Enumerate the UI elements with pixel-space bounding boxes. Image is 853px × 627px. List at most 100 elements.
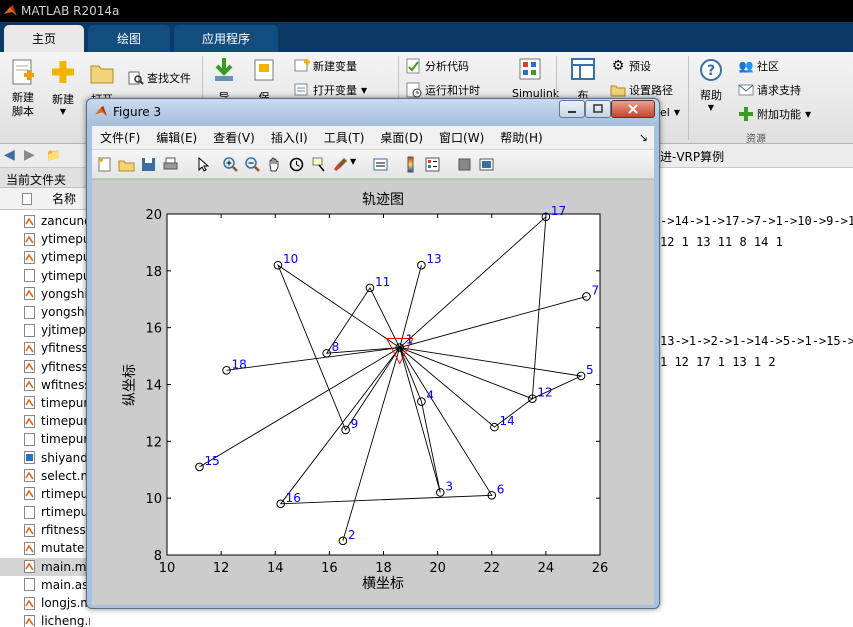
file-row[interactable]: rtimepu [0,485,90,503]
simulink-button[interactable]: Simulink [512,56,559,100]
new-figure-icon[interactable] [96,156,113,173]
chevron-down-icon[interactable]: ▼ [350,157,356,166]
file-row[interactable]: ytimepu [0,248,90,266]
support-icon [738,84,754,96]
back-arrow-icon[interactable]: ◀ [4,147,15,163]
find-files-button[interactable]: 查找文件 [128,70,191,86]
parallel-button[interactable]: el ▼ [660,106,680,119]
community-button[interactable]: 👥 社区 [738,58,779,74]
new-variable-button[interactable]: 新建变量 [294,58,357,74]
preferences-button[interactable]: ⚙ 预设 [610,58,651,74]
maximize-button[interactable] [585,100,611,118]
ribbon-divider [688,56,689,140]
tab-apps[interactable]: 应用程序 [174,25,278,52]
x-tick-label: 12 [213,561,230,576]
file-name: mutate. [41,541,89,556]
file-row[interactable]: rfitness. [0,521,90,539]
file-row[interactable]: select.m [0,467,90,485]
file-row[interactable]: ytimepu [0,267,90,285]
colorbar-icon[interactable] [402,156,419,173]
set-path-button[interactable]: 设置路径 [610,82,673,98]
menu-desktop[interactable]: 桌面(D) [372,129,431,146]
figure-titlebar[interactable]: Figure 3 [87,99,659,125]
name-column-header[interactable]: 名称 [52,190,76,207]
trajectory-plot[interactable]: 2 3 4 5 6 7 8 9 10 11 12 13 14 15 16 17 18 1 10 12 14 16 18 20… [92,180,654,605]
help-button[interactable]: ? 帮助 ▼ [696,58,726,112]
link-plot-icon[interactable] [372,156,389,173]
menu-tools[interactable]: 工具(T) [316,129,373,146]
file-row[interactable]: timepur [0,412,90,430]
menu-edit[interactable]: 编辑(E) [148,129,205,146]
file-row[interactable]: main.as [0,576,90,594]
file-row[interactable]: yfitness [0,339,90,357]
menu-file[interactable]: 文件(F) [92,129,148,146]
file-row[interactable]: yongshi [0,285,90,303]
legend-icon[interactable] [424,156,441,173]
pan-hand-icon[interactable] [266,156,283,173]
address-path-tail[interactable]: 进-VRP算例 [660,148,724,165]
close-button[interactable] [611,100,655,118]
layout-button[interactable]: 布 [566,56,600,103]
file-name: timepur [41,432,89,447]
brush-icon[interactable] [332,156,349,173]
forward-arrow-icon[interactable]: ▶ [24,147,35,163]
zoom-out-icon[interactable] [244,156,261,173]
new-script-button[interactable]: 新建 脚本 [6,58,40,119]
hide-plot-tools-icon[interactable] [456,156,473,173]
file-row[interactable]: yfitness [0,358,90,376]
file-row[interactable]: timepur [0,394,90,412]
plot-axes-box [166,213,601,556]
file-row[interactable]: yjtimepi [0,321,90,339]
file-row[interactable]: mutate. [0,539,90,557]
tab-home[interactable]: 主页 [4,25,84,52]
run-and-time-button[interactable]: 运行和计时 [406,82,480,98]
file-row[interactable]: wfitness [0,376,90,394]
file-name: yjtimepi [41,323,90,338]
pointer-arrow-icon[interactable] [194,156,211,173]
file-row[interactable]: yongshi [0,303,90,321]
open-file-icon[interactable] [118,156,135,173]
command-window[interactable]: ->14->1->17->7->1->10->9->16 12 1 13 11 … [660,212,853,372]
save-icon[interactable] [140,156,157,173]
parallel-label: el [660,106,670,119]
file-row[interactable]: zancunq [0,212,90,230]
add-ons-button[interactable]: 附加功能 ▼ [738,106,811,122]
point-label: 4 [426,389,434,403]
y-tick-label: 18 [145,265,162,280]
dock-arrow-icon[interactable]: ↘ [639,131,648,144]
menu-window[interactable]: 窗口(W) [431,129,492,146]
figure-canvas[interactable]: 2 3 4 5 6 7 8 9 10 11 12 13 14 15 16 17 18 1 10 12 14 16 18 20… [92,180,654,605]
file-row[interactable]: main.m [0,557,90,576]
point-label: 13 [426,252,441,266]
y-tick-label: 20 [145,208,162,223]
depot-label: 1 [406,333,414,347]
new-button[interactable]: 新建 ▼ [46,58,80,116]
fig-file-icon [24,414,35,428]
data-cursor-icon[interactable] [310,156,327,173]
file-row[interactable]: longjs.m [0,594,90,612]
tab-plots[interactable]: 绘图 [88,25,170,52]
file-row[interactable]: shiyand [0,448,90,466]
up-folder-icon[interactable]: 📁 [46,148,61,162]
file-name: yongshi [41,305,88,320]
point-label: 6 [497,482,505,496]
file-name: zancunq [41,214,90,229]
matlab-logo-icon [4,4,17,16]
menu-insert[interactable]: 插入(I) [263,129,316,146]
file-row[interactable]: ytimepu [0,230,90,248]
minimize-button[interactable] [559,100,585,118]
open-variable-button[interactable]: 打开变量 ▼ [294,82,367,98]
menu-help[interactable]: 帮助(H) [492,129,550,146]
menu-view[interactable]: 查看(V) [205,129,263,146]
request-support-button[interactable]: 请求支持 [738,82,801,98]
file-row[interactable]: licheng.m [0,612,90,627]
file-name: ytimepu [41,232,90,247]
file-row[interactable]: timepur [0,430,90,448]
rotate-3d-icon[interactable] [288,156,305,173]
zoom-in-icon[interactable] [222,156,239,173]
print-icon[interactable] [162,156,179,173]
show-plot-tools-icon[interactable] [478,156,495,173]
file-row[interactable]: rtimepu [0,503,90,521]
analyze-code-button[interactable]: 分析代码 [406,58,469,74]
app-title: MATLAB R2014a [21,4,120,18]
